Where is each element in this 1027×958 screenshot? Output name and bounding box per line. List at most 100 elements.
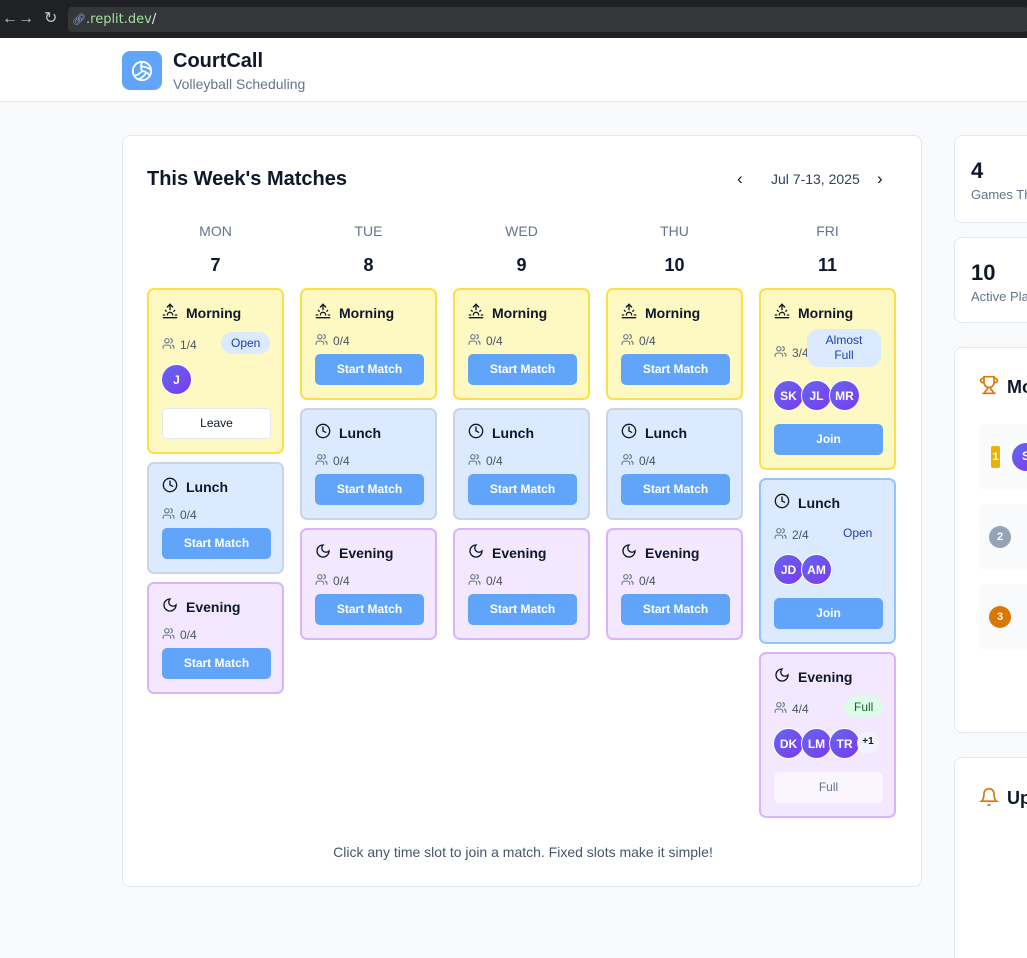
time-slot-lunch-mon[interactable]: Lunch 0/4 Start Match xyxy=(147,462,284,574)
day-number: 11 xyxy=(817,255,838,275)
rank-badge: 3 xyxy=(989,606,1011,628)
app-subtitle: Volleyball Scheduling xyxy=(173,76,306,92)
player-count: 4/4 xyxy=(774,701,809,717)
chevron-left-icon[interactable]: ‹ xyxy=(737,169,743,189)
slot-label: Evening xyxy=(339,544,394,561)
player-count-value: 4/4 xyxy=(792,702,809,716)
sunrise-icon xyxy=(774,303,798,322)
users-icon xyxy=(774,527,792,543)
player-count: 0/4 xyxy=(162,627,197,643)
clock-icon xyxy=(621,423,645,442)
start-match-button[interactable]: Start Match xyxy=(315,594,424,625)
player-count-value: 0/4 xyxy=(486,334,503,348)
player-count: 0/4 xyxy=(468,333,503,349)
users-icon xyxy=(468,573,486,589)
time-slot-evening-wed[interactable]: Evening 0/4 Start Match xyxy=(453,528,590,640)
time-slot-morning-tue[interactable]: Morning 0/4 Start Match xyxy=(300,288,437,400)
schedule-title: This Week's Matches xyxy=(147,168,348,190)
time-slot-morning-thu[interactable]: Morning 0/4 Start Match xyxy=(606,288,743,400)
schedule-hint: Click any time slot to join a match. Fix… xyxy=(333,844,713,860)
reload-icon[interactable]: ↻ xyxy=(44,10,57,28)
player-count: 0/4 xyxy=(315,573,350,589)
start-match-button[interactable]: Start Match xyxy=(315,474,424,505)
back-icon[interactable]: ← xyxy=(2,10,18,28)
start-match-button[interactable]: Start Match xyxy=(468,474,577,505)
day-header-fri: FRI 11 xyxy=(759,223,896,277)
slot-title: Lunch xyxy=(315,423,381,442)
player-count-value: 0/4 xyxy=(486,574,503,588)
time-slot-evening-thu[interactable]: Evening 0/4 Start Match xyxy=(606,528,743,640)
moon-icon xyxy=(774,667,798,686)
time-slot-lunch-thu[interactable]: Lunch 0/4 Start Match xyxy=(606,408,743,520)
moon-icon xyxy=(621,543,645,562)
start-match-button[interactable]: Start Match xyxy=(315,354,424,385)
avatar: AM xyxy=(801,554,832,585)
player-count: 0/4 xyxy=(315,333,350,349)
join-button[interactable]: Join xyxy=(774,424,883,455)
slot-title: Evening xyxy=(468,543,546,562)
chevron-right-icon[interactable]: › xyxy=(877,169,883,189)
leave-button[interactable]: Leave xyxy=(162,408,271,439)
bell-icon xyxy=(978,787,1000,812)
slot-label: Evening xyxy=(492,544,547,561)
player-count-value: 0/4 xyxy=(180,508,197,522)
users-icon xyxy=(315,573,333,589)
player-count: 0/4 xyxy=(162,507,197,523)
start-match-button[interactable]: Start Match xyxy=(621,354,730,385)
time-slot-evening-fri[interactable]: Evening 4/4 Full DK LM TR +1 Full xyxy=(759,652,896,818)
status-badge: Almost Full xyxy=(807,329,881,367)
avatar: LM xyxy=(801,728,832,759)
start-match-button[interactable]: Start Match xyxy=(621,474,730,505)
full-button: Full xyxy=(774,772,883,803)
volleyball-logo-icon xyxy=(122,51,162,90)
day-name: THU xyxy=(660,223,689,239)
time-slot-evening-mon[interactable]: Evening 0/4 Start Match xyxy=(147,582,284,694)
avatar: S xyxy=(1011,442,1027,472)
start-match-button[interactable]: Start Match xyxy=(621,594,730,625)
time-slot-morning-mon[interactable]: Morning 1/4 Open J Leave xyxy=(147,288,284,454)
avatar: TR xyxy=(829,728,860,759)
address-bar[interactable]: 🔗︎ .replit.dev/ xyxy=(68,7,1027,32)
join-button[interactable]: Join xyxy=(774,598,883,629)
time-slot-evening-tue[interactable]: Evening 0/4 Start Match xyxy=(300,528,437,640)
time-slot-morning-fri[interactable]: Morning 3/4 Almost Full SK JL MR Join xyxy=(759,288,896,470)
slot-title: Evening xyxy=(621,543,699,562)
slot-title: Evening xyxy=(162,597,240,616)
day-name: FRI xyxy=(816,223,839,239)
start-match-button[interactable]: Start Match xyxy=(468,354,577,385)
time-slot-lunch-tue[interactable]: Lunch 0/4 Start Match xyxy=(300,408,437,520)
clock-icon xyxy=(162,477,186,496)
stat-value: 10 xyxy=(971,260,996,285)
users-icon xyxy=(774,345,792,361)
users-icon xyxy=(468,333,486,349)
player-count-value: 2/4 xyxy=(792,528,809,542)
rank-badge: 1 xyxy=(991,446,1000,468)
player-count: 3/4 xyxy=(774,345,809,361)
sunrise-icon xyxy=(468,303,492,322)
leaderboard-row[interactable]: 3 xyxy=(979,584,1027,650)
forward-icon[interactable]: → xyxy=(18,10,34,28)
player-count-value: 0/4 xyxy=(333,334,350,348)
start-match-button[interactable]: Start Match xyxy=(162,648,271,679)
leaderboard-row[interactable]: 2 xyxy=(979,504,1027,570)
day-number: 9 xyxy=(516,255,527,275)
slot-label: Lunch xyxy=(798,494,840,511)
player-count: 0/4 xyxy=(468,453,503,469)
leaderboard-row[interactable]: 1 S xyxy=(979,424,1027,490)
time-slot-lunch-wed[interactable]: Lunch 0/4 Start Match xyxy=(453,408,590,520)
moon-icon xyxy=(468,543,492,562)
start-match-button[interactable]: Start Match xyxy=(468,594,577,625)
moon-icon xyxy=(315,543,339,562)
player-count: 2/4 xyxy=(774,527,809,543)
player-count: 0/4 xyxy=(315,453,350,469)
player-count-value: 0/4 xyxy=(180,628,197,642)
time-slot-morning-wed[interactable]: Morning 0/4 Start Match xyxy=(453,288,590,400)
slot-label: Morning xyxy=(186,304,242,321)
clock-icon xyxy=(468,423,492,442)
start-match-button[interactable]: Start Match xyxy=(162,528,271,559)
users-icon xyxy=(621,453,639,469)
time-slot-lunch-fri[interactable]: Lunch 2/4 Open JD AM Join xyxy=(759,478,896,644)
slot-label: Lunch xyxy=(339,424,381,441)
trophy-icon xyxy=(979,375,999,400)
upcoming-card: Up xyxy=(954,757,1027,958)
